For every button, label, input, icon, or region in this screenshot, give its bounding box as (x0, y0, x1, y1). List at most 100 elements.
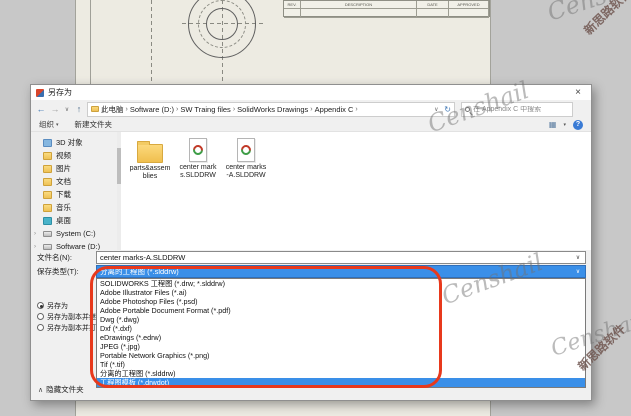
slddrw-file-icon (189, 138, 207, 162)
type-option-psd[interactable]: Adobe Photoshop Files (*.psd) (97, 297, 585, 306)
type-option-solidworks-drawing[interactable]: SOLIDWORKS 工程图 (*.drw; *.slddrw) (97, 279, 585, 288)
sidebar-item-pictures[interactable]: 图片 (31, 162, 117, 175)
up-icon[interactable]: ↑ (73, 104, 85, 114)
file-name: center marks.SLDDRW (177, 164, 219, 180)
breadcrumb-this-pc[interactable]: 此电脑 (101, 104, 124, 115)
filename-combobox[interactable]: ∨ (96, 251, 586, 264)
documents-icon (43, 178, 52, 186)
close-icon[interactable]: × (565, 85, 591, 100)
view-mode-chevron-icon[interactable]: ▾ (563, 122, 566, 128)
scrollbar-thumb[interactable] (117, 148, 121, 184)
sidebar-item-videos[interactable]: 视频 (31, 149, 117, 162)
breadcrumb-separator-icon[interactable]: › (176, 106, 178, 113)
breadcrumb-separator-icon[interactable]: › (233, 106, 235, 113)
radio-label: 另存为副本并继续 (47, 312, 103, 322)
refresh-icon[interactable]: ↻ (444, 105, 451, 114)
drive-icon (43, 231, 52, 237)
cad-circle-inner (206, 8, 238, 40)
sidebar-item-music[interactable]: 音乐 (31, 201, 117, 214)
expand-chevron-icon[interactable]: › (34, 244, 39, 250)
revision-table-cell (301, 9, 417, 18)
search-box[interactable] (461, 102, 573, 117)
type-option-dxf[interactable]: Dxf (*.dxf) (97, 324, 585, 333)
sidebar-scrollbar[interactable] (117, 132, 121, 250)
type-option-drawing-template[interactable]: 工程图模板 (*.drwdot) (97, 378, 585, 387)
revision-table-cell (417, 9, 449, 18)
save-as-app-icon (36, 89, 44, 97)
slddrw-file-icon (237, 138, 255, 162)
solidworks-logo-icon (239, 143, 253, 157)
drive-icon (43, 244, 52, 250)
sheet-frame-line (90, 0, 91, 84)
type-option-jpeg[interactable]: JPEG (*.jpg) (97, 342, 585, 351)
forward-icon[interactable]: → (49, 104, 61, 114)
new-folder-label: 新建文件夹 (75, 119, 113, 130)
breadcrumb-sw-traing-files[interactable]: SW Traing files (180, 105, 230, 114)
breadcrumb-separator-icon[interactable]: › (310, 106, 312, 113)
savetype-value: 分离的工程图 (*.slddrw) (100, 266, 179, 277)
breadcrumb-separator-icon[interactable]: › (355, 106, 357, 113)
type-option-detached-drawing[interactable]: 分离的工程图 (*.slddrw) (97, 369, 585, 378)
expand-chevron-icon[interactable]: › (34, 231, 39, 237)
breadcrumb-software-d[interactable]: Software (D:) (130, 105, 174, 114)
radio-icon (37, 324, 44, 331)
file-item-drawing[interactable]: center marks.SLDDRW (177, 138, 219, 180)
sidebar-item-software-d[interactable]: › Software (D:) (31, 240, 117, 250)
dialog-title: 另存为 (48, 87, 72, 98)
type-option-edrawings[interactable]: eDrawings (*.edrw) (97, 333, 585, 342)
sidebar-item-label: 桌面 (56, 215, 71, 226)
savetype-dropdown-icon[interactable]: ∨ (572, 268, 584, 275)
filename-input[interactable] (100, 253, 572, 262)
sidebar-item-desktop[interactable]: 桌面 (31, 214, 117, 227)
sidebar-item-downloads[interactable]: 下载 (31, 188, 117, 201)
address-bar[interactable]: 此电脑 › Software (D:) › SW Traing files › … (87, 102, 455, 117)
breadcrumb-appendix-c[interactable]: Appendix C (315, 105, 354, 114)
organize-button[interactable]: 组织 ▾ (39, 119, 59, 130)
filename-row: 文件名(N): ∨ (31, 250, 591, 265)
hide-folders-label: 隐藏文件夹 (46, 384, 84, 395)
sidebar-item-3d-objects[interactable]: 3D 对象 (31, 136, 117, 149)
type-option-pdf[interactable]: Adobe Portable Document Format (*.pdf) (97, 306, 585, 315)
search-input[interactable] (473, 106, 569, 113)
file-name: center marks-A.SLDDRW (225, 164, 267, 180)
type-option-png[interactable]: Portable Network Graphics (*.png) (97, 351, 585, 360)
file-item-drawing[interactable]: center marks-A.SLDDRW (225, 138, 267, 180)
dialog-titlebar: 另存为 × (31, 85, 591, 100)
filename-dropdown-icon[interactable]: ∨ (572, 254, 584, 261)
type-option-tif[interactable]: Tif (*.tif) (97, 360, 585, 369)
sidebar-item-system-c[interactable]: › System (C:) (31, 227, 117, 240)
new-folder-button[interactable]: 新建文件夹 (75, 119, 113, 130)
radio-save-copy-continue[interactable]: 另存为副本并继续 (37, 312, 103, 321)
radio-selected-icon (37, 302, 44, 309)
save-options: 另存为 另存为副本并继续 另存为副本并打开 (37, 301, 103, 332)
hide-folders-button[interactable]: ∧ 隐藏文件夹 (38, 384, 84, 395)
sidebar-item-label: 文档 (56, 176, 71, 187)
savetype-combobox[interactable]: 分离的工程图 (*.slddrw) ∨ (96, 265, 586, 278)
desktop: REV. DESCRIPTION DATE APPROVED Censhail … (0, 0, 631, 416)
file-item-folder[interactable]: parts&assemblies (129, 138, 171, 181)
solidworks-logo-icon (191, 143, 205, 157)
sidebar-item-documents[interactable]: 文档 (31, 175, 117, 188)
sidebar-item-label: System (C:) (56, 229, 96, 238)
history-chevron-icon[interactable]: ∨ (63, 106, 71, 113)
type-option-ai[interactable]: Adobe Illustrator Files (*.ai) (97, 288, 585, 297)
radio-save-as[interactable]: 另存为 (37, 301, 103, 310)
revision-table: REV. DESCRIPTION DATE APPROVED (283, 0, 490, 17)
filename-label: 文件名(N): (37, 252, 96, 263)
radio-save-copy-open[interactable]: 另存为副本并打开 (37, 323, 103, 332)
folder-icon (91, 106, 99, 112)
revision-table-header: APPROVED (449, 1, 489, 9)
address-dropdown-icon[interactable]: ∨ (432, 106, 440, 113)
help-icon[interactable]: ? (573, 120, 583, 130)
back-icon[interactable]: ← (35, 104, 47, 114)
sidebar-item-label: 3D 对象 (56, 137, 83, 148)
breadcrumb-separator-icon[interactable]: › (126, 106, 128, 113)
collapse-icon: ∧ (38, 386, 43, 394)
sidebar-item-label: Software (D:) (56, 242, 100, 250)
sidebar-item-label: 图片 (56, 163, 71, 174)
view-mode-icon[interactable]: ▦ (549, 120, 557, 129)
type-option-dwg[interactable]: Dwg (*.dwg) (97, 315, 585, 324)
radio-label: 另存为副本并打开 (47, 323, 103, 333)
radio-label: 另存为 (47, 301, 68, 311)
breadcrumb-solidworks-drawings[interactable]: SolidWorks Drawings (237, 105, 308, 114)
